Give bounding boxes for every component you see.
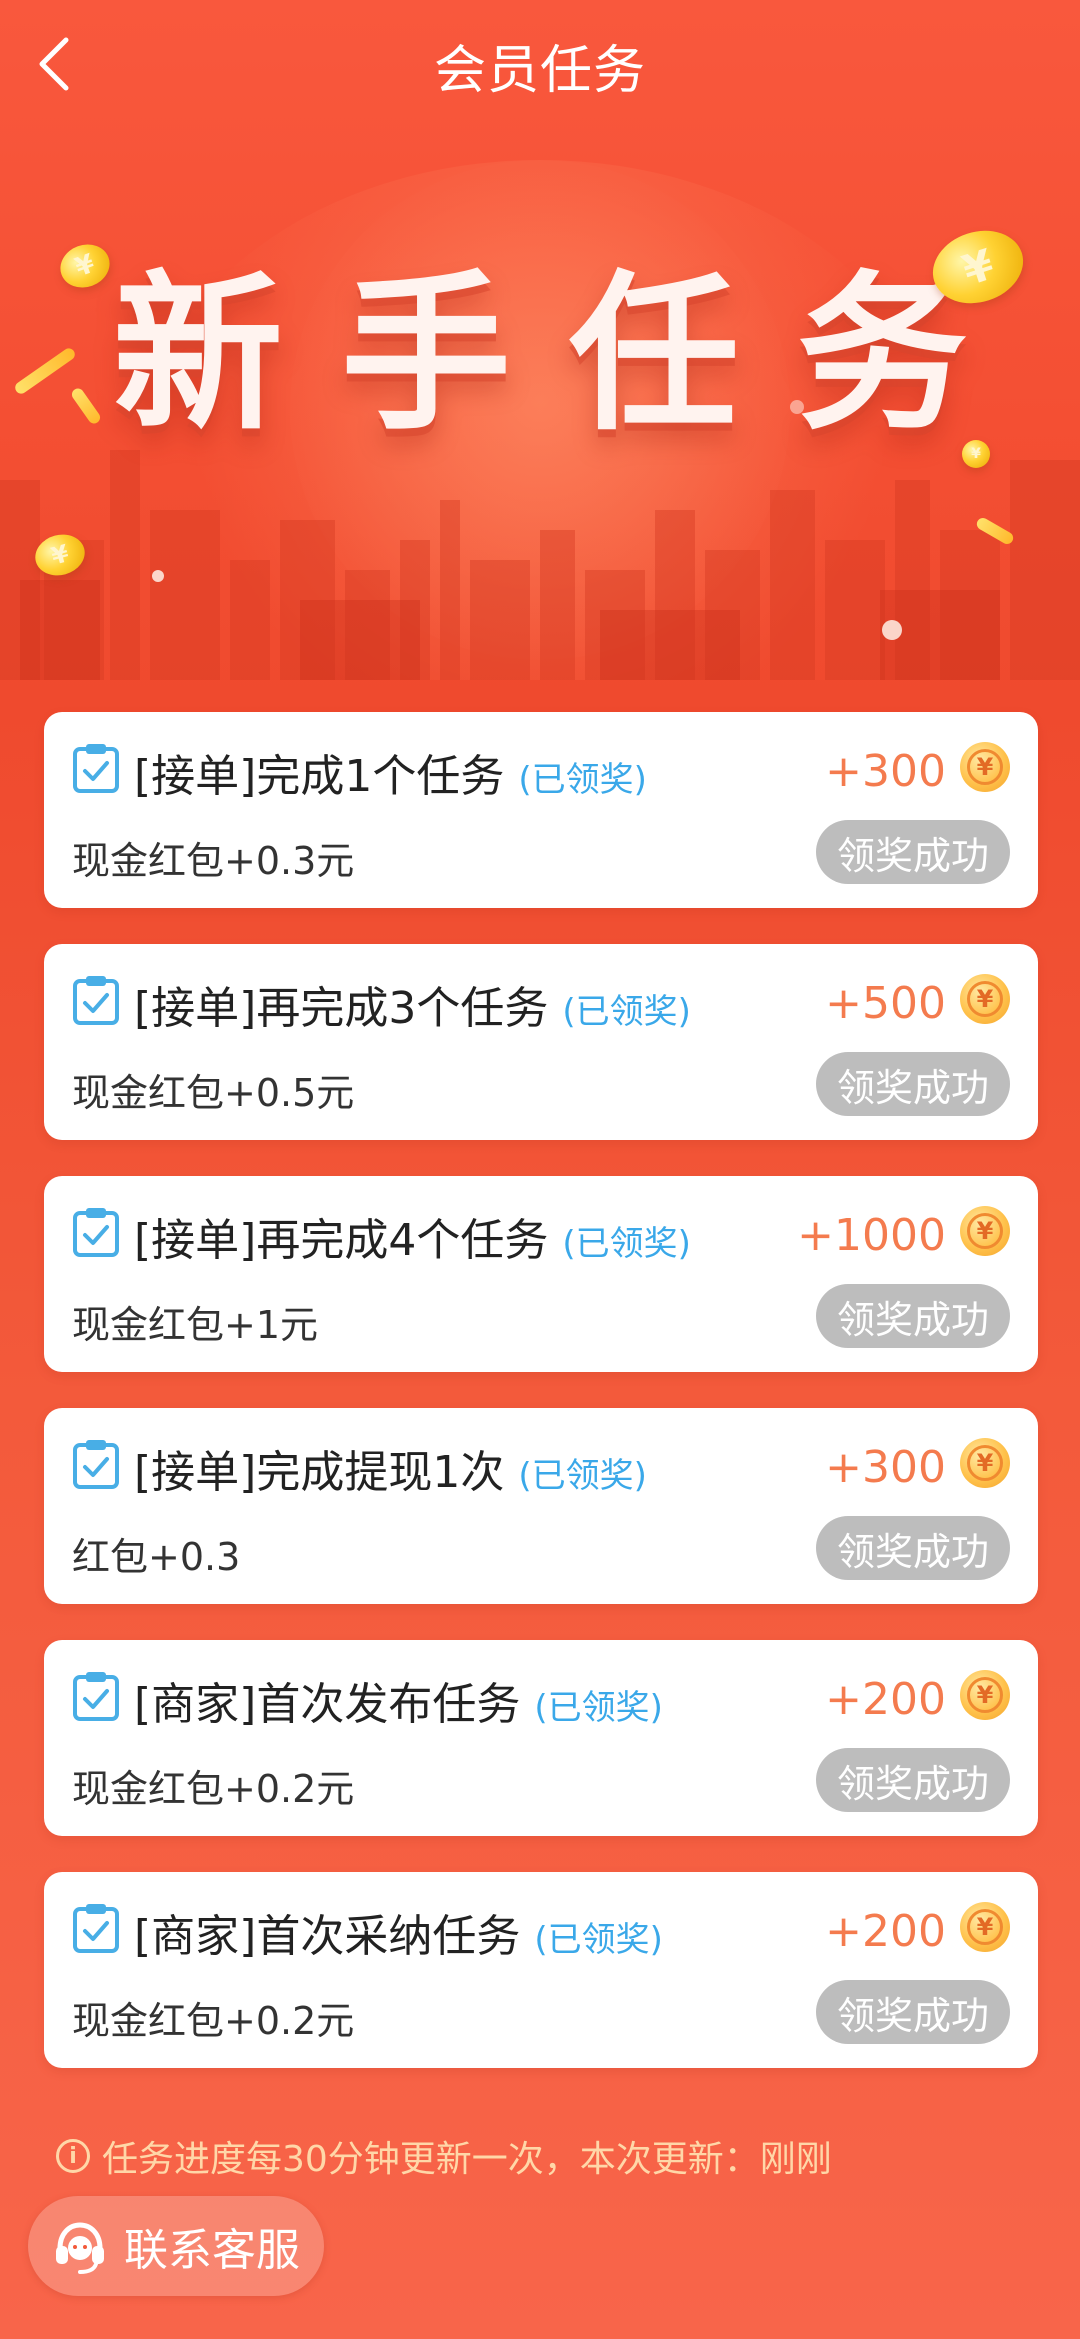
coin-symbol: ¥ (967, 981, 1003, 1017)
task-title-text: [接单]完成提现1次 (134, 1447, 505, 1498)
sparkle-dot (790, 400, 804, 414)
sparkle-dot (152, 570, 164, 582)
update-notice-text: 任务进度每30分钟更新一次，本次更新：刚刚 (102, 2139, 832, 2180)
clipboard-check-icon (73, 1208, 119, 1257)
task-title-text: [接单]再完成4个任务 (134, 1215, 549, 1266)
claim-success-button[interactable]: 领奖成功 (816, 1284, 1010, 1348)
task-title-text: [商家]首次采纳任务 (134, 1911, 521, 1962)
task-title: [接单]完成1个任务 (已领奖) (134, 740, 647, 804)
task-title: [接单]再完成4个任务 (已领奖) (134, 1204, 691, 1268)
task-list: [接单]完成1个任务 (已领奖) +300 ¥ 现金红包+0.3元 领奖成功 [… (44, 712, 1038, 2104)
claim-success-button[interactable]: 领奖成功 (816, 1980, 1010, 2044)
task-title: [商家]首次采纳任务 (已领奖) (134, 1900, 663, 1964)
coin-icon: ¥ (960, 742, 1010, 792)
task-title: [接单]完成提现1次 (已领奖) (134, 1436, 647, 1500)
coin-symbol: ¥ (967, 1909, 1003, 1945)
task-title-text: [接单]再完成3个任务 (134, 983, 549, 1034)
reward-text: 现金红包+0.5元 (72, 1071, 355, 1115)
coin-symbol: ¥ (967, 749, 1003, 785)
claim-success-button[interactable]: 领奖成功 (816, 1748, 1010, 1812)
clipboard-check-icon (73, 1672, 119, 1721)
points-value: +200 (825, 1674, 946, 1725)
headset-icon (56, 2222, 104, 2274)
coin-icon: ¥ (960, 1670, 1010, 1720)
reward-text: 现金红包+0.2元 (72, 1999, 355, 2043)
page-title: 会员任务 (433, 41, 646, 101)
claimed-status: (已领奖) (562, 1224, 691, 1264)
city-skyline-illustration (0, 450, 1080, 680)
claimed-status: (已领奖) (562, 992, 691, 1032)
info-icon: i (56, 2139, 90, 2173)
contact-support-button[interactable]: 联系客服 (28, 2196, 324, 2296)
coin-symbol: ¥ (967, 1677, 1003, 1713)
claimed-status: (已领奖) (518, 1456, 647, 1496)
reward-text: 现金红包+0.3元 (72, 839, 355, 883)
clipboard-check-icon (73, 976, 119, 1025)
points-value: +500 (825, 978, 946, 1029)
coin-icon: ¥ (960, 1206, 1010, 1256)
update-notice: i 任务进度每30分钟更新一次，本次更新：刚刚 (56, 2130, 832, 2182)
task-title-text: [接单]完成1个任务 (134, 751, 505, 802)
points-value: +1000 (797, 1210, 946, 1261)
task-card: [接单]再完成3个任务 (已领奖) +500 ¥ 现金红包+0.5元 领奖成功 (44, 944, 1038, 1140)
task-card: [接单]完成1个任务 (已领奖) +300 ¥ 现金红包+0.3元 领奖成功 (44, 712, 1038, 908)
task-card: [接单]再完成4个任务 (已领奖) +1000 ¥ 现金红包+1元 领奖成功 (44, 1176, 1038, 1372)
contact-support-label: 联系客服 (124, 2225, 300, 2276)
task-title-text: [商家]首次发布任务 (134, 1679, 521, 1730)
reward-text: 红包+0.3 (72, 1535, 241, 1579)
task-card: [商家]首次采纳任务 (已领奖) +200 ¥ 现金红包+0.2元 领奖成功 (44, 1872, 1038, 2068)
claimed-status: (已领奖) (534, 1920, 663, 1960)
reward-text: 现金红包+1元 (72, 1303, 319, 1347)
claimed-status: (已领奖) (534, 1688, 663, 1728)
coin-icon: ¥ (960, 1438, 1010, 1488)
points-value: +200 (825, 1906, 946, 1957)
points-value: +300 (825, 746, 946, 797)
claim-success-button[interactable]: 领奖成功 (816, 820, 1010, 884)
clipboard-check-icon (73, 744, 119, 793)
sparkle-dot (882, 620, 902, 640)
task-title: [商家]首次发布任务 (已领奖) (134, 1668, 663, 1732)
points-value: +300 (825, 1442, 946, 1493)
banner-title: 新手任务 (112, 256, 1025, 454)
banner: 新手任务 ¥ ¥ ¥ ¥ (0, 100, 1080, 680)
task-title: [接单]再完成3个任务 (已领奖) (134, 972, 691, 1036)
task-card: [接单]完成提现1次 (已领奖) +300 ¥ 红包+0.3 领奖成功 (44, 1408, 1038, 1604)
coin-symbol: ¥ (967, 1445, 1003, 1481)
clipboard-check-icon (73, 1904, 119, 1953)
task-card: [商家]首次发布任务 (已领奖) +200 ¥ 现金红包+0.2元 领奖成功 (44, 1640, 1038, 1836)
claim-success-button[interactable]: 领奖成功 (816, 1052, 1010, 1116)
clipboard-check-icon (73, 1440, 119, 1489)
coin-symbol: ¥ (967, 1213, 1003, 1249)
reward-text: 现金红包+0.2元 (72, 1767, 355, 1811)
coin-icon: ¥ (960, 1902, 1010, 1952)
coin-icon: ¥ (960, 974, 1010, 1024)
claimed-status: (已领奖) (518, 760, 647, 800)
gold-coin-icon: ¥ (962, 440, 990, 468)
claim-success-button[interactable]: 领奖成功 (816, 1516, 1010, 1580)
